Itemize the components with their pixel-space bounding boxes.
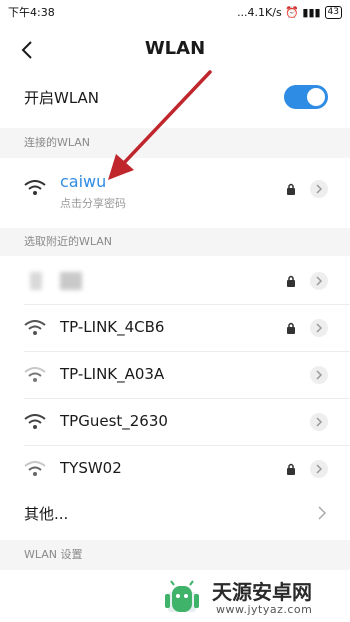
watermark-title: 天源安卓网 [212, 580, 312, 604]
status-bar: 下午4:38 ...4.1K/s ⏰ ▮▮▮ 43 [0, 0, 350, 24]
battery-icon: 43 [324, 5, 342, 19]
android-logo-icon [165, 580, 199, 612]
wlan-settings-header: WLAN 设置 [0, 540, 350, 570]
chevron-right-icon [316, 184, 323, 194]
lock-icon [287, 322, 295, 334]
redacted-ssid [60, 272, 82, 290]
wifi-signal-icon [24, 180, 46, 195]
chevron-right-icon [316, 323, 323, 333]
wlan-toggle-label: 开启WLAN [24, 88, 100, 107]
watermark-url: www.jytyaz.com [216, 603, 313, 616]
connected-section-header: 连接的WLAN [0, 128, 350, 158]
nearby-network-row[interactable]: TYSW02 [0, 446, 350, 492]
network-details-button[interactable] [310, 272, 328, 290]
share-password-hint[interactable]: 点击分享密码 [60, 195, 126, 211]
status-indicators: ...4.1K/s ⏰ ▮▮▮ 43 [237, 5, 342, 19]
nearby-section-header: 选取附近的WLAN [0, 228, 350, 256]
chevron-right-icon [316, 417, 323, 427]
network-ssid: TP-LINK_A03A [60, 365, 165, 383]
connected-ssid: caiwu [60, 172, 107, 191]
chevron-right-icon [316, 370, 323, 380]
network-ssid: TYSW02 [60, 459, 122, 477]
status-time: 下午4:38 [8, 6, 55, 19]
wifi-signal-icon [24, 414, 46, 429]
nearby-network-row[interactable]: TPGuest_2630 [0, 399, 350, 445]
wifi-signal-weak-icon [24, 367, 46, 382]
connected-network-row[interactable]: caiwu 点击分享密码 [0, 160, 350, 218]
wifi-signal-weak-icon [24, 461, 46, 476]
nearby-network-row[interactable] [0, 258, 350, 304]
network-ssid: TP-LINK_4CB6 [60, 318, 165, 336]
other-network-row[interactable]: 其他... [0, 493, 350, 533]
wifi-signal-icon [24, 320, 46, 335]
page-title: WLAN [144, 38, 206, 59]
chevron-right-icon [318, 506, 327, 520]
lock-icon [287, 463, 295, 475]
lock-icon [287, 275, 295, 287]
network-details-button[interactable] [310, 319, 328, 337]
nearby-network-row[interactable]: TP-LINK_A03A [0, 352, 350, 398]
chevron-right-icon [316, 276, 323, 286]
watermark: 天源安卓网 www.jytyaz.com [156, 572, 350, 622]
wlan-toggle-switch[interactable] [284, 85, 328, 109]
network-details-button[interactable] [310, 366, 328, 384]
network-details-button[interactable] [310, 413, 328, 431]
network-ssid: TPGuest_2630 [60, 412, 168, 430]
lock-icon [287, 183, 295, 195]
nearby-network-row[interactable]: TP-LINK_4CB6 [0, 305, 350, 351]
chevron-right-icon [316, 464, 323, 474]
header: WLAN [0, 28, 350, 72]
toggle-knob [307, 88, 325, 106]
redacted-wifi-icon [30, 272, 42, 290]
network-speed: ...4.1K/s ⏰ ▮▮▮ [237, 5, 321, 19]
other-network-label: 其他... [24, 505, 69, 523]
network-details-button[interactable] [310, 460, 328, 478]
network-details-button[interactable] [310, 180, 328, 198]
wlan-toggle-row[interactable]: 开启WLAN [0, 76, 350, 118]
